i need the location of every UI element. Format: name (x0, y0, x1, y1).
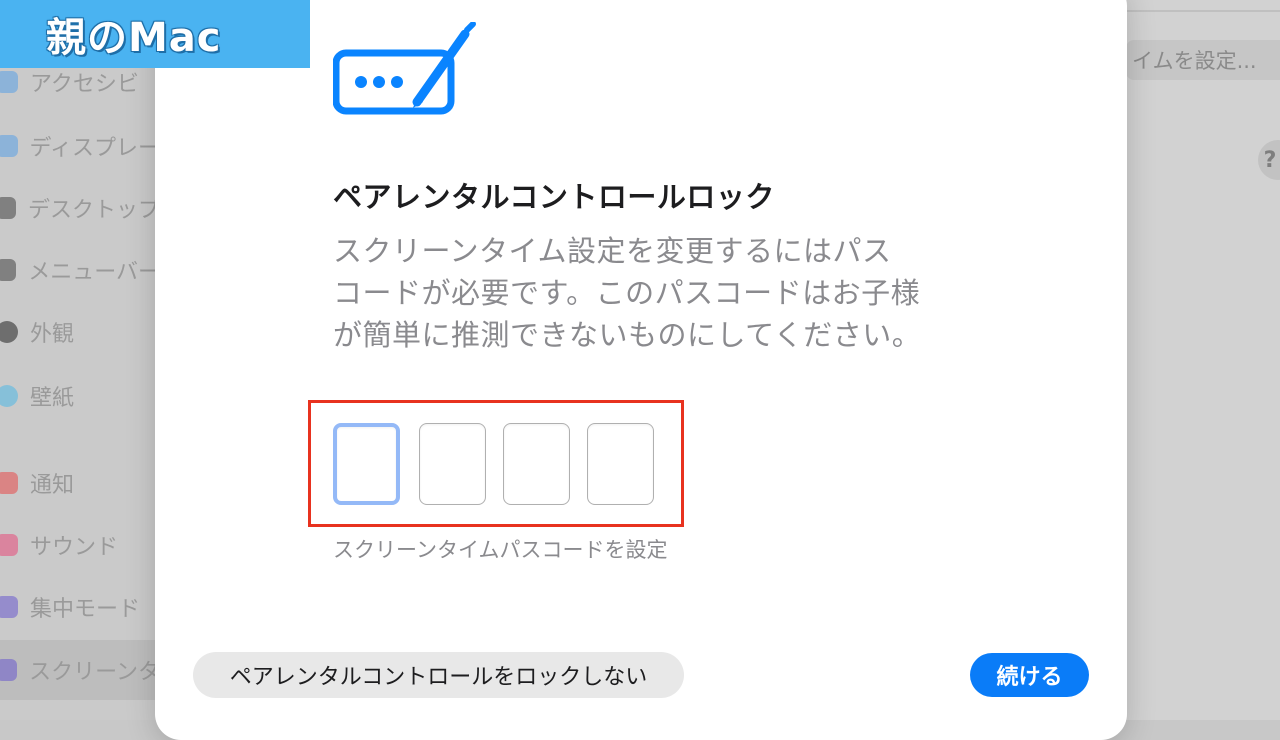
appearance-icon (0, 321, 18, 343)
focus-icon (0, 596, 18, 618)
sidebar-item-label: アクセシビ (30, 72, 139, 97)
menubar-icon (0, 259, 17, 281)
sidebar-item-label: 通知 (30, 473, 75, 498)
dialog-title: ペアレンタルコントロールロック (333, 180, 775, 214)
passcode-digit-4[interactable] (587, 423, 654, 505)
sidebar-item-display: ディスプレー (0, 126, 160, 166)
wallpaper-icon (0, 385, 18, 407)
sidebar-item-desktop: デスクトップ (0, 188, 160, 228)
sidebar-item-label: メニューバー (28, 260, 160, 285)
sidebar-item-label: 集中モード (30, 597, 141, 622)
sidebar-item-notifications: 通知 (0, 463, 160, 503)
sound-icon (0, 534, 18, 556)
passcode-caption: スクリーンタイムパスコードを設定 (333, 538, 668, 562)
sidebar-item-appearance: 外観 (0, 312, 160, 352)
accessibility-icon (0, 71, 18, 93)
background-sidebar: アクセシビ ディスプレー デスクトップ メニューバー 外観 壁紙 通知 サウンド… (0, 0, 160, 720)
description-line: コードが必要です。このパスコードはお子様 (333, 276, 921, 310)
description-line: スクリーンタイム設定を変更するにはパス (333, 234, 892, 268)
sidebar-item-sound: サウンド (0, 525, 160, 565)
dialog-description: スクリーンタイム設定を変更するにはパス コードが必要です。このパスコードはお子様… (333, 230, 973, 356)
brand-badge: 親のMac (0, 0, 310, 68)
sidebar-item-label: 外観 (30, 322, 75, 347)
display-icon (0, 135, 18, 157)
sidebar-item-wallpaper: 壁紙 (0, 376, 160, 416)
sidebar-item-label: デスクトップ (27, 198, 160, 223)
sidebar-item-label: スクリーンタ (29, 660, 160, 685)
sidebar-item-menubar: メニューバー (0, 250, 160, 290)
background-set-screen-time-button: イムを設定... (1126, 40, 1280, 80)
sidebar-item-label: ディスプレー (29, 136, 160, 161)
description-line: が簡単に推測できないものにしてください。 (333, 318, 922, 352)
passcode-edit-icon (332, 21, 483, 122)
passcode-digit-3[interactable] (503, 423, 570, 505)
screen-time-icon (0, 659, 18, 681)
notifications-icon (0, 472, 18, 494)
help-icon: ? (1258, 140, 1280, 180)
passcode-digit-1[interactable] (333, 423, 400, 505)
parental-control-lock-sheet (155, 0, 1127, 740)
sidebar-item-label: サウンド (30, 535, 119, 560)
passcode-digit-2[interactable] (419, 423, 486, 505)
sidebar-item-accessibility: アクセシビ (0, 62, 160, 102)
sidebar-item-label: 壁紙 (30, 386, 75, 411)
desktop-dock-icon (0, 197, 16, 219)
background-divider (1126, 10, 1280, 12)
sidebar-item-screen-time: スクリーンタ (0, 640, 160, 700)
dont-lock-button[interactable]: ペアレンタルコントロールをロックしない (193, 652, 684, 698)
badge-text: 親のMac (46, 15, 222, 61)
sidebar-item-focus: 集中モード (0, 587, 160, 627)
continue-button[interactable]: 続ける (970, 653, 1089, 697)
